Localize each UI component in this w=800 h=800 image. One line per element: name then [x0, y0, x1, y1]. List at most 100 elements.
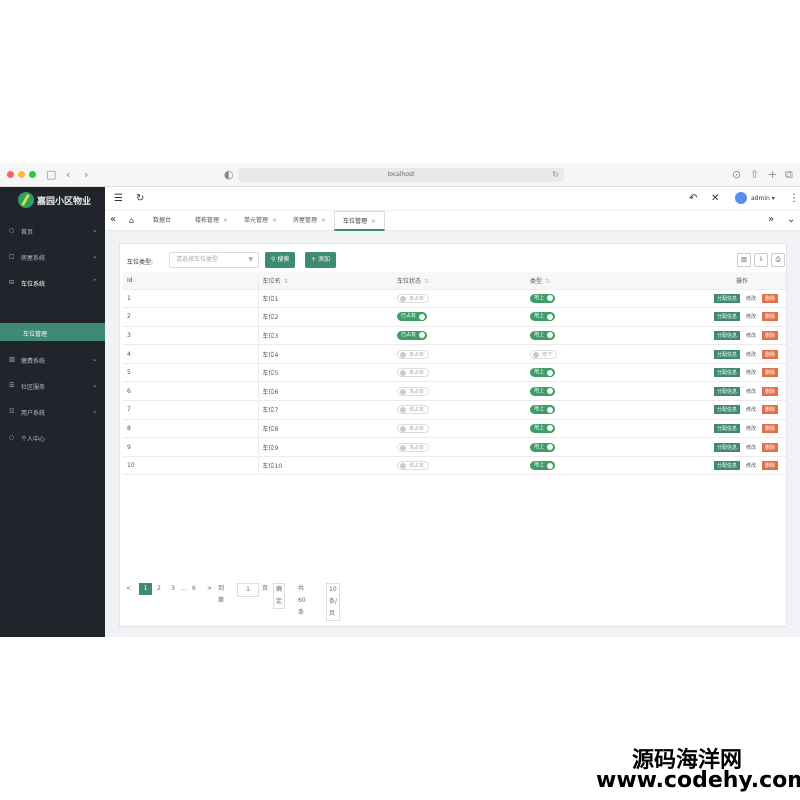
edit-button[interactable]: 修改 [743, 405, 759, 414]
sidebar-item-community[interactable]: ☰ 社区服务 ⌄ [0, 373, 105, 399]
brand-logo[interactable]: 嘉园小区物业 [0, 187, 105, 215]
edit-button[interactable]: 修改 [743, 461, 759, 470]
address-bar[interactable]: localhost ↻ [238, 168, 564, 182]
forward-icon[interactable]: › [84, 168, 88, 182]
col-status[interactable]: 车位状态 ⇅ [393, 272, 526, 290]
type-switch[interactable]: 地下 [530, 349, 558, 359]
type-switch[interactable]: 地上 [530, 312, 556, 322]
close-window-button[interactable] [7, 171, 14, 178]
minimize-window-button[interactable] [18, 171, 25, 178]
reload-icon[interactable]: ↻ [552, 168, 559, 182]
download-icon[interactable]: ⊙ [732, 168, 741, 182]
assign-info-button[interactable]: 分配信息 [713, 442, 740, 452]
type-switch[interactable]: 地上 [530, 423, 556, 433]
edit-button[interactable]: 修改 [743, 443, 759, 452]
sidebar-toggle-icon[interactable]: ▢ [46, 168, 56, 182]
edit-button[interactable]: 修改 [743, 368, 759, 377]
status-switch[interactable]: 已占有 [397, 330, 428, 340]
sidebar-item-parking[interactable]: ⊟ 车位系统 ⌃ [0, 270, 105, 296]
parking-type-select[interactable]: 请选择车位类型 ▼ [169, 252, 259, 268]
page-6[interactable]: 6 [192, 583, 196, 595]
status-switch[interactable]: 未占有 [397, 368, 430, 378]
edit-button[interactable]: 修改 [743, 294, 759, 303]
print-icon[interactable]: ⎙ [771, 253, 785, 267]
share-icon[interactable]: ⇧ [750, 168, 759, 182]
delete-button[interactable]: 删除 [761, 386, 778, 396]
next-page-button[interactable]: > [207, 583, 212, 595]
search-button[interactable]: ⚲ 搜索 [265, 252, 296, 268]
add-button[interactable]: + 添加 [305, 252, 336, 268]
page-1[interactable]: 1 [139, 583, 152, 595]
assign-info-button[interactable]: 分配信息 [713, 405, 740, 415]
edit-button[interactable]: 修改 [743, 387, 759, 396]
page-3[interactable]: 3 [171, 583, 175, 595]
type-switch[interactable]: 地上 [530, 330, 556, 340]
fullscreen-icon[interactable]: ✕ [711, 193, 719, 204]
assign-info-button[interactable]: 分配信息 [713, 368, 740, 378]
delete-button[interactable]: 删除 [761, 312, 778, 322]
tab-rooms[interactable]: 房屋管理 × [285, 211, 334, 231]
sidebar-item-profile[interactable]: ○ 个人中心 [0, 425, 105, 451]
assign-info-button[interactable]: 分配信息 [713, 423, 740, 433]
edit-button[interactable]: 修改 [743, 312, 759, 321]
username[interactable]: admin ▾ [751, 195, 775, 202]
delete-button[interactable]: 删除 [761, 349, 778, 359]
edit-button[interactable]: 修改 [743, 350, 759, 359]
page-2[interactable]: 2 [157, 583, 161, 595]
assign-info-button[interactable]: 分配信息 [713, 386, 740, 396]
status-switch[interactable]: 未占有 [397, 293, 430, 303]
type-switch[interactable]: 地上 [530, 442, 556, 452]
status-switch[interactable]: 已占有 [397, 312, 428, 322]
new-tab-icon[interactable]: + [768, 168, 777, 182]
type-switch[interactable]: 地上 [530, 405, 556, 415]
delete-button[interactable]: 删除 [761, 405, 778, 415]
avatar[interactable] [735, 192, 747, 204]
tab-buildings[interactable]: 楼栋管理 × [187, 211, 236, 231]
export-icon[interactable]: ⇩ [754, 253, 768, 267]
status-switch[interactable]: 未占有 [397, 386, 430, 396]
columns-filter-icon[interactable]: ▥ [737, 253, 751, 267]
status-switch[interactable]: 未占有 [397, 442, 430, 452]
assign-info-button[interactable]: 分配信息 [713, 330, 740, 340]
refresh-icon[interactable]: ↻ [136, 193, 144, 204]
type-switch[interactable]: 地上 [530, 461, 556, 471]
type-switch[interactable]: 地上 [530, 386, 556, 396]
menu-collapse-icon[interactable]: ☰ [114, 193, 123, 204]
delete-button[interactable]: 删除 [761, 442, 778, 452]
sidebar-item-home[interactable]: ○ 首页 ⌄ [0, 218, 105, 244]
tab-units[interactable]: 单元管理 × [236, 211, 285, 231]
undo-icon[interactable]: ↶ [689, 193, 697, 204]
assign-info-button[interactable]: 分配信息 [713, 349, 740, 359]
goto-page-input[interactable]: 1 [237, 583, 259, 597]
delete-button[interactable]: 删除 [761, 368, 778, 378]
delete-button[interactable]: 删除 [761, 423, 778, 433]
type-switch[interactable]: 地上 [530, 368, 556, 378]
tabs-scroll-left-icon[interactable]: « [110, 214, 116, 225]
tabs-scroll-right-icon[interactable]: » [768, 214, 774, 225]
home-tab-icon[interactable]: ⌂ [129, 216, 134, 225]
more-icon[interactable]: ⋮ [789, 193, 799, 204]
tabs-overview-icon[interactable]: ⧉ [785, 168, 793, 182]
sidebar-item-users[interactable]: ☷ 用户系统 ⌄ [0, 399, 105, 425]
sidebar-subitem-parking-manage[interactable]: 车位管理 [0, 323, 105, 341]
status-switch[interactable]: 未占有 [397, 405, 430, 415]
delete-button[interactable]: 删除 [761, 461, 778, 471]
col-type[interactable]: 类型 ⇅ [526, 272, 661, 290]
sidebar-item-payment[interactable]: ▥ 缴费系统 ⌄ [0, 347, 105, 373]
sidebar-item-house[interactable]: □ 房屋系统 ⌄ [0, 244, 105, 270]
assign-info-button[interactable]: 分配信息 [713, 461, 740, 471]
delete-button[interactable]: 删除 [761, 330, 778, 340]
goto-confirm-button[interactable]: 确定 [273, 583, 286, 609]
tab-dashboard[interactable]: 数据台 [145, 211, 179, 231]
status-switch[interactable]: 未占有 [397, 461, 430, 471]
back-icon[interactable]: ‹ [66, 168, 70, 182]
status-switch[interactable]: 未占有 [397, 423, 430, 433]
assign-info-button[interactable]: 分配信息 [713, 293, 740, 303]
type-switch[interactable]: 地上 [530, 293, 556, 303]
col-name[interactable]: 车位名 ⇅ [257, 272, 393, 290]
delete-button[interactable]: 删除 [761, 293, 778, 303]
edit-button[interactable]: 修改 [743, 331, 759, 340]
maximize-window-button[interactable] [29, 171, 36, 178]
edit-button[interactable]: 修改 [743, 424, 759, 433]
tab-parking[interactable]: 车位管理 × [334, 211, 386, 231]
